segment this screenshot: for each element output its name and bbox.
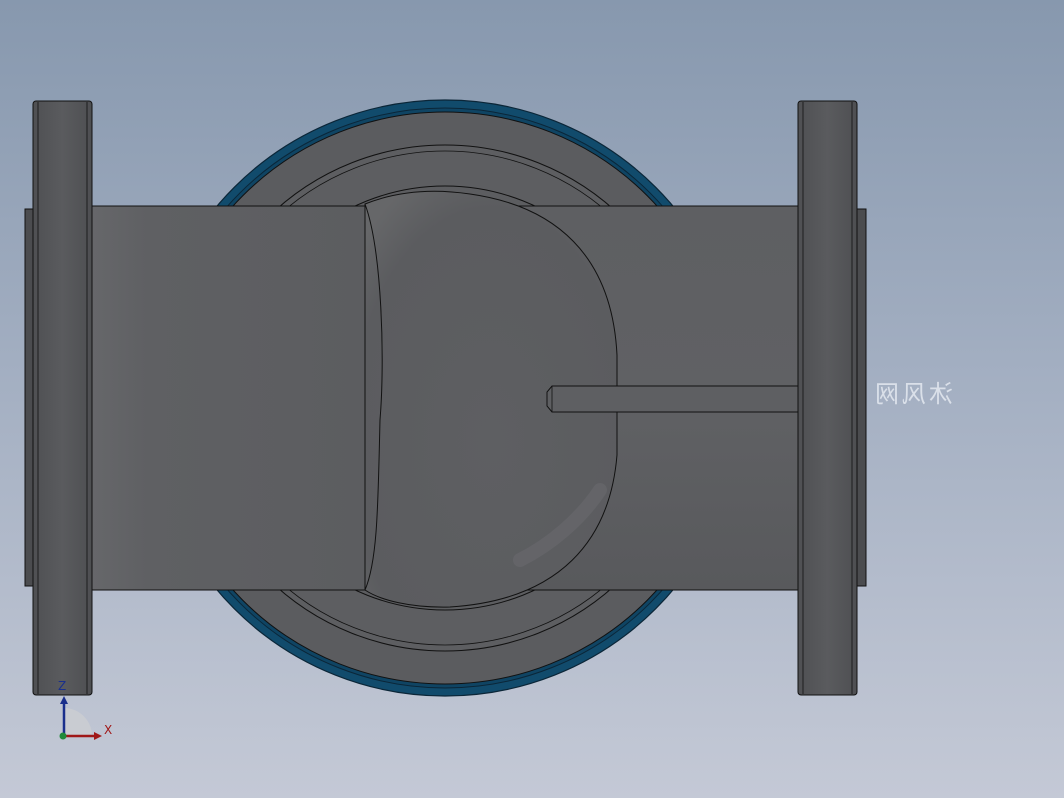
orientation-triad: Z X	[48, 674, 118, 744]
x-axis-label: X	[104, 723, 112, 737]
graphics-viewport[interactable]: 沐风网 Z X	[0, 0, 1064, 798]
flange-left-plate	[32, 100, 93, 696]
flange-left[interactable]	[24, 100, 93, 696]
flange-right[interactable]	[797, 100, 867, 696]
valve-stem[interactable]	[546, 385, 799, 413]
triad-quadrant	[64, 708, 92, 736]
watermark-text: 沐风网	[872, 380, 953, 408]
triad-origin	[59, 732, 67, 740]
flange-right-plate	[797, 100, 858, 696]
z-axis-label: Z	[58, 679, 66, 693]
pipe-left-section	[91, 205, 366, 591]
